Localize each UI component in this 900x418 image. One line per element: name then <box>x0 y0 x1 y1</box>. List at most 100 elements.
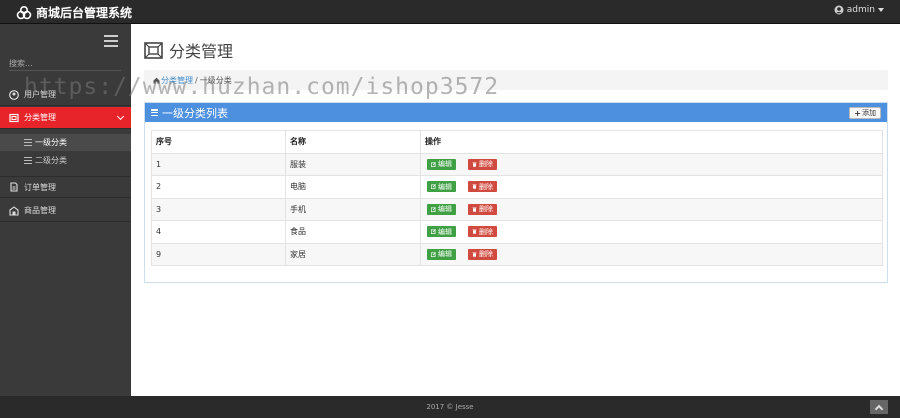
category-icon <box>9 113 19 122</box>
logo-icon <box>16 5 32 19</box>
list-icon <box>24 157 32 164</box>
cell-id: 9 <box>151 242 286 266</box>
chevron-down-icon <box>116 112 125 121</box>
user-name: admin <box>846 5 875 15</box>
edit-button[interactable]: 编辑 <box>427 226 456 238</box>
delete-button[interactable]: 删除 <box>468 181 497 193</box>
panel-header: 一级分类列表 + 添加 <box>145 103 887 122</box>
sidebar-item-users[interactable]: 用户管理 <box>0 84 131 106</box>
user-circle-icon <box>834 5 844 15</box>
order-icon <box>10 182 18 192</box>
delete-button-label: 删除 <box>479 227 493 236</box>
breadcrumb: 分类管理 / 一级分类 <box>144 70 888 90</box>
cell-actions: 编辑 删除 <box>420 175 883 199</box>
edit-button-label: 编辑 <box>438 250 452 259</box>
trash-icon <box>472 229 477 234</box>
sidebar-subitem-level2[interactable]: 二级分类 <box>0 152 131 169</box>
cell-actions: 编辑 删除 <box>420 220 883 244</box>
footer-text: 2017 © Jesse <box>426 403 474 411</box>
list-icon <box>24 139 32 146</box>
plus-icon: + <box>854 108 861 118</box>
cell-id: 2 <box>151 175 286 199</box>
sidebar-item-label: 商品管理 <box>24 206 56 215</box>
cell-name: 手机 <box>285 197 421 221</box>
user-icon <box>9 89 19 100</box>
add-button-label: 添加 <box>862 109 876 117</box>
cell-actions: 编辑 删除 <box>420 242 883 266</box>
menu-toggle-icon[interactable] <box>104 35 118 47</box>
user-menu[interactable]: admin <box>834 5 884 15</box>
top-navbar: 商城后台管理系统 admin <box>0 0 900 24</box>
sidebar-item-label: 分类管理 <box>24 113 56 122</box>
sidebar-subitem-label: 二级分类 <box>35 156 67 165</box>
sidebar-item-label: 订单管理 <box>24 182 56 192</box>
edit-button[interactable]: 编辑 <box>427 181 456 193</box>
sidebar-item-label: 用户管理 <box>24 90 56 99</box>
cell-id: 1 <box>151 152 286 176</box>
app-title: 商城后台管理系统 <box>36 6 133 20</box>
trash-icon <box>472 207 477 212</box>
cell-name: 服装 <box>285 152 421 176</box>
sidebar-search-input[interactable] <box>9 57 121 71</box>
edit-button-label: 编辑 <box>438 160 452 169</box>
sidebar-item-products[interactable]: 商品管理 <box>0 200 131 222</box>
delete-button-label: 删除 <box>479 205 493 214</box>
panel-title: 一级分类列表 <box>162 106 228 120</box>
delete-button[interactable]: 删除 <box>468 226 497 238</box>
brand[interactable]: 商城后台管理系统 <box>16 4 132 21</box>
trash-icon <box>472 184 477 189</box>
category-icon <box>144 41 163 59</box>
delete-button[interactable]: 删除 <box>468 248 497 260</box>
breadcrumb-parent-link[interactable]: 分类管理 <box>161 75 193 86</box>
page-title: 分类管理 <box>144 38 233 62</box>
cell-name: 家居 <box>285 242 421 266</box>
edit-icon <box>431 251 436 257</box>
chevron-up-icon <box>874 404 884 413</box>
page-title-text: 分类管理 <box>169 42 234 61</box>
table-row: 4 食品 编辑 删除 <box>151 220 883 244</box>
cell-actions: 编辑 删除 <box>420 152 883 176</box>
column-header-name: 名称 <box>285 130 421 154</box>
delete-button[interactable]: 删除 <box>468 158 497 170</box>
edit-button[interactable]: 编辑 <box>427 203 456 215</box>
sidebar-item-orders[interactable]: 订单管理 <box>0 176 131 198</box>
main-content: 分类管理 分类管理 / 一级分类 一级分类列表 + 添加 序号 名称 操作 1服… <box>131 24 900 396</box>
trash-icon <box>472 162 477 167</box>
delete-button[interactable]: 删除 <box>468 203 497 215</box>
sidebar: 用户管理 分类管理 一级分类 二级分类 订单管理 商品管理 <box>0 24 131 396</box>
footer: 2017 © Jesse <box>0 396 900 418</box>
category-table: 序号 名称 操作 1 服装 编辑 删除 2 电脑 编辑 删除 3 手机 编辑 删除 4 食品 编辑 删除 9 家居… <box>151 130 883 266</box>
edit-button[interactable]: 编辑 <box>427 248 456 260</box>
edit-icon <box>431 161 436 167</box>
cell-id: 3 <box>151 197 286 221</box>
delete-button-label: 删除 <box>479 160 493 169</box>
cell-name: 电脑 <box>285 175 421 199</box>
sidebar-subitem-level1[interactable]: 一级分类 <box>0 134 131 151</box>
list-icon <box>151 109 158 116</box>
caret-down-icon <box>878 8 884 12</box>
delete-button-label: 删除 <box>479 250 493 259</box>
sidebar-subitem-label: 一级分类 <box>35 138 67 147</box>
category-panel: 一级分类列表 + 添加 序号 名称 操作 1 服装 编辑 删除 2 电脑 编辑 删除 3 手机 编辑… <box>144 102 888 283</box>
home-icon <box>153 77 160 83</box>
breadcrumb-separator: / <box>195 75 198 85</box>
product-icon <box>9 205 19 216</box>
table-row: 2 电脑 编辑 删除 <box>151 175 883 199</box>
edit-button[interactable]: 编辑 <box>427 158 456 170</box>
cell-actions: 编辑 删除 <box>420 197 883 221</box>
add-button[interactable]: + 添加 <box>849 107 881 119</box>
trash-icon <box>472 252 477 257</box>
edit-icon <box>431 184 436 190</box>
cell-id: 4 <box>151 220 286 244</box>
cell-name: 食品 <box>285 220 421 244</box>
back-to-top-button[interactable] <box>870 400 888 414</box>
edit-button-label: 编辑 <box>438 227 452 236</box>
column-header-id: 序号 <box>151 130 286 154</box>
edit-icon <box>431 206 436 212</box>
sidebar-item-category[interactable]: 分类管理 <box>0 107 131 129</box>
delete-button-label: 删除 <box>479 182 493 191</box>
table-header-row: 序号 名称 操作 <box>151 130 883 154</box>
table-row: 9 家居 编辑 删除 <box>151 242 883 266</box>
column-header-actions: 操作 <box>420 130 883 154</box>
table-row: 3 手机 编辑 删除 <box>151 197 883 221</box>
